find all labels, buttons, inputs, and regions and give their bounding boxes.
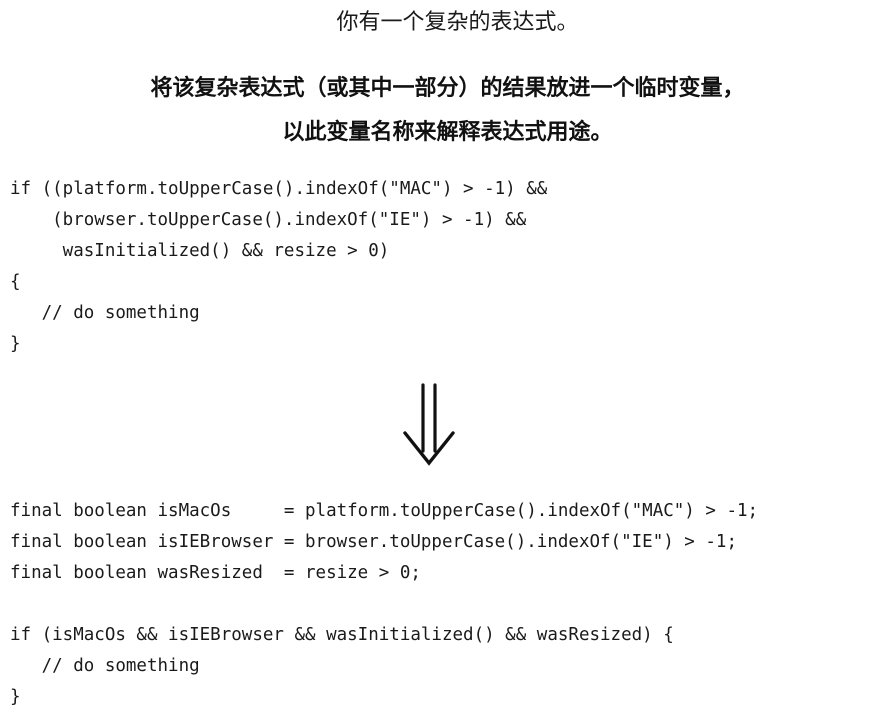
code-line: {	[10, 272, 21, 292]
solution-statement-line-2: 以此变量名称来解释表达式用途。	[282, 120, 613, 145]
code-line: (browser.toUpperCase().indexOf("IE") > -…	[10, 210, 527, 230]
code-line: // do something	[10, 303, 200, 323]
code-line: final boolean isIEBrowser = browser.toUp…	[10, 532, 737, 552]
problem-statement: 你有一个复杂的表达式。	[336, 10, 579, 35]
code-line: if ((platform.toUpperCase().indexOf("MAC…	[10, 179, 548, 199]
code-line: // do something	[10, 656, 200, 676]
code-line: wasInitialized() && resize > 0)	[10, 241, 390, 261]
solution-statement-line-1: 将该复杂表达式（或其中一部分）的结果放进一个临时变量，	[150, 76, 745, 101]
double-down-arrow-icon	[403, 383, 455, 466]
code-line: }	[10, 687, 21, 707]
before-code-block: if ((platform.toUpperCase().indexOf("MAC…	[10, 174, 547, 360]
code-line: final boolean isMacOs = platform.toUpper…	[10, 501, 759, 521]
refactoring-page: 你有一个复杂的表达式。 将该复杂表达式（或其中一部分）的结果放进一个临时变量， …	[0, 0, 895, 715]
after-code-block: final boolean isMacOs = platform.toUpper…	[10, 496, 758, 713]
code-line: if (isMacOs && isIEBrowser && wasInitial…	[10, 625, 674, 645]
code-line: final boolean wasResized = resize > 0;	[10, 563, 421, 583]
code-line: }	[10, 334, 21, 354]
